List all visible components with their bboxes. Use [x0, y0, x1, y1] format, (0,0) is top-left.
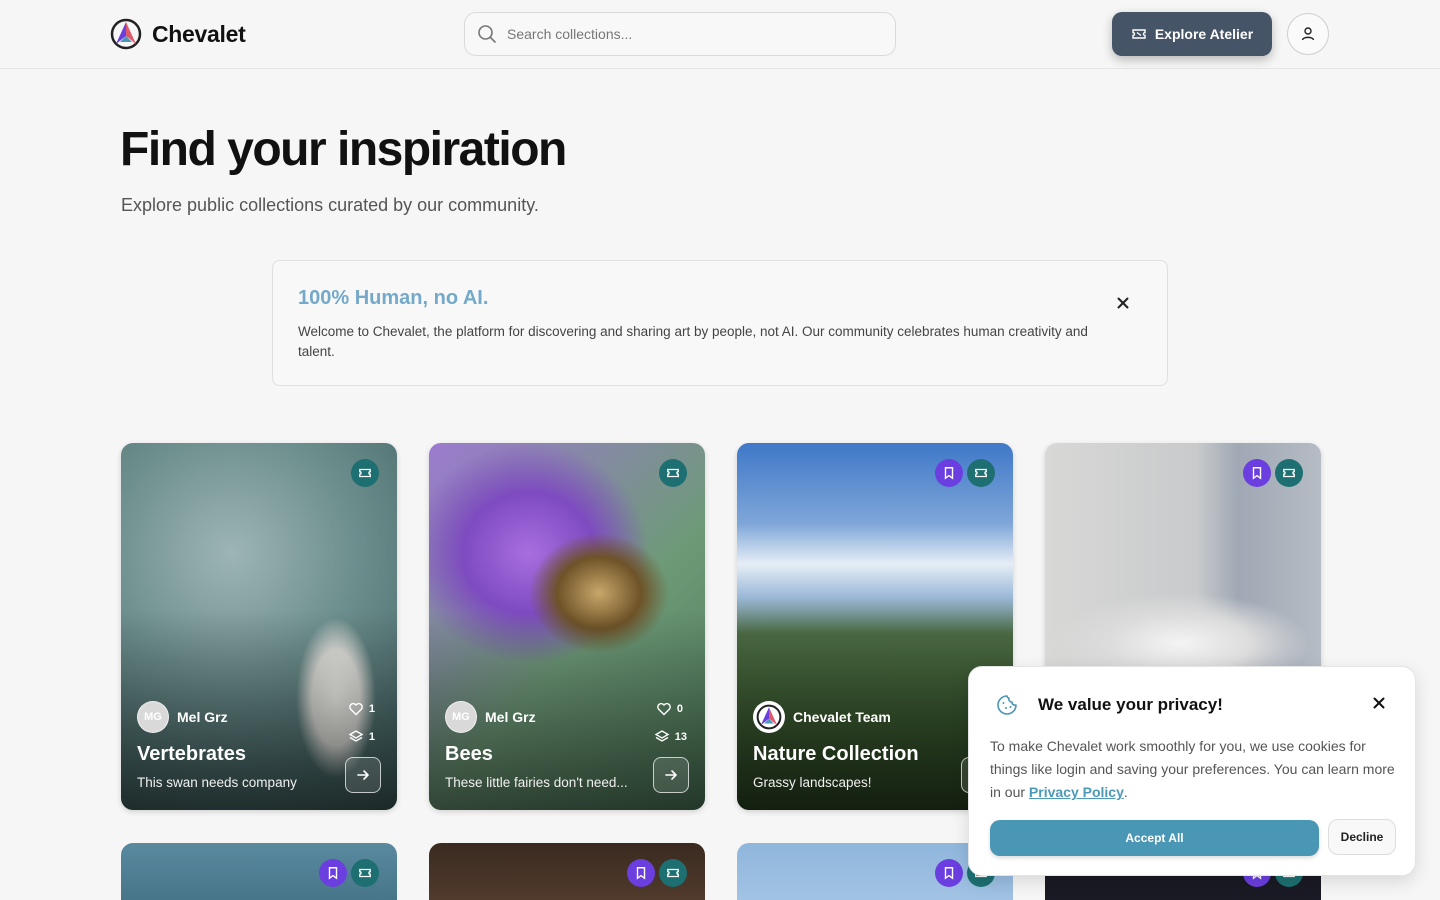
avatar: MG	[137, 701, 169, 733]
heart-icon	[657, 702, 671, 716]
card-title: Bees	[445, 743, 493, 765]
owner-name: Chevalet Team	[793, 709, 891, 725]
bookmark-icon	[328, 867, 338, 880]
explore-atelier-label: Explore Atelier	[1154, 26, 1254, 42]
chevalet-logo-icon	[110, 18, 142, 50]
human-notice-banner: 100% Human, no AI. Welcome to Chevalet, …	[272, 260, 1168, 386]
collection-card[interactable]	[429, 843, 705, 900]
owner-name: Mel Grz	[177, 709, 228, 725]
card-owner[interactable]: Chevalet Team	[753, 701, 891, 733]
likes-count[interactable]: 0	[656, 701, 683, 717]
card-owner[interactable]: MG Mel Grz	[137, 701, 228, 733]
ticket-badge[interactable]	[351, 859, 379, 887]
cookie-consent-dialog: We value your privacy! To make Chevalet …	[968, 666, 1416, 876]
ticket-badge[interactable]	[659, 459, 687, 487]
bookmark-icon	[944, 467, 954, 480]
notice-text: Welcome to Chevalet, the platform for di…	[298, 324, 1088, 359]
decline-button[interactable]: Decline	[1328, 819, 1396, 855]
ticket-icon	[359, 868, 371, 878]
card-description: This swan needs company	[137, 775, 297, 790]
cookie-title: We value your privacy!	[1038, 695, 1223, 714]
bookmark-badge[interactable]	[1243, 459, 1271, 487]
items-count: 13	[654, 729, 687, 745]
search-icon	[478, 25, 496, 43]
search-input[interactable]	[507, 26, 887, 42]
card-description: Grassy landscapes!	[753, 775, 872, 790]
open-collection-button[interactable]	[345, 757, 381, 793]
bookmark-icon	[636, 867, 646, 880]
close-icon[interactable]	[1372, 696, 1386, 710]
bookmark-icon	[944, 867, 954, 880]
owner-name: Mel Grz	[485, 709, 536, 725]
chevalet-logo-icon	[756, 704, 782, 730]
ticket-badge[interactable]	[659, 859, 687, 887]
ticket-icon	[667, 468, 679, 478]
collection-card[interactable]: MG Mel Grz 0 13 Bees These little fairie…	[429, 443, 705, 810]
privacy-policy-link[interactable]: Privacy Policy	[1029, 784, 1124, 800]
user-account-button[interactable]	[1287, 13, 1329, 55]
card-description: These little fairies don't need...	[445, 775, 628, 790]
bookmark-badge[interactable]	[935, 459, 963, 487]
heart-icon	[349, 702, 363, 716]
collection-card[interactable]: MG Mel Grz 1 1 Vertebrates This swan nee…	[121, 443, 397, 810]
open-collection-button[interactable]	[653, 757, 689, 793]
likes-count[interactable]: 1	[348, 701, 375, 717]
avatar: MG	[445, 701, 477, 733]
ticket-icon	[975, 468, 987, 478]
layers-icon	[348, 730, 364, 742]
arrow-right-icon	[665, 770, 677, 780]
avatar	[753, 701, 785, 733]
card-title: Nature Collection	[753, 743, 919, 765]
notice-title: 100% Human, no AI.	[298, 287, 489, 309]
ticket-icon	[1283, 468, 1295, 478]
items-count: 1	[348, 729, 375, 745]
arrow-right-icon	[357, 770, 369, 780]
ticket-icon	[359, 468, 371, 478]
search-bar[interactable]	[464, 12, 896, 56]
page-title: Find your inspiration	[120, 123, 567, 176]
ticket-badge[interactable]	[1275, 459, 1303, 487]
card-title: Vertebrates	[137, 743, 246, 765]
ticket-badge[interactable]	[351, 459, 379, 487]
collection-card[interactable]	[121, 843, 397, 900]
brand-name: Chevalet	[152, 20, 246, 47]
close-icon[interactable]	[1115, 295, 1131, 311]
explore-atelier-button[interactable]: Explore Atelier	[1112, 12, 1272, 56]
ticket-icon	[1132, 29, 1146, 39]
bookmark-badge[interactable]	[935, 859, 963, 887]
top-header: Chevalet Explore Atelier	[0, 0, 1440, 69]
bookmark-badge[interactable]	[627, 859, 655, 887]
accept-all-button[interactable]: Accept All	[990, 820, 1319, 856]
bookmark-badge[interactable]	[319, 859, 347, 887]
brand[interactable]: Chevalet	[110, 18, 246, 50]
layers-icon	[654, 730, 670, 742]
cookie-icon	[997, 695, 1017, 715]
bookmark-icon	[1252, 467, 1262, 480]
ticket-icon	[667, 868, 679, 878]
card-owner[interactable]: MG Mel Grz	[445, 701, 536, 733]
cookie-text: To make Chevalet work smoothly for you, …	[990, 738, 1395, 800]
ticket-badge[interactable]	[967, 459, 995, 487]
user-icon	[1301, 27, 1315, 41]
page-subtitle: Explore public collections curated by ou…	[121, 195, 539, 215]
